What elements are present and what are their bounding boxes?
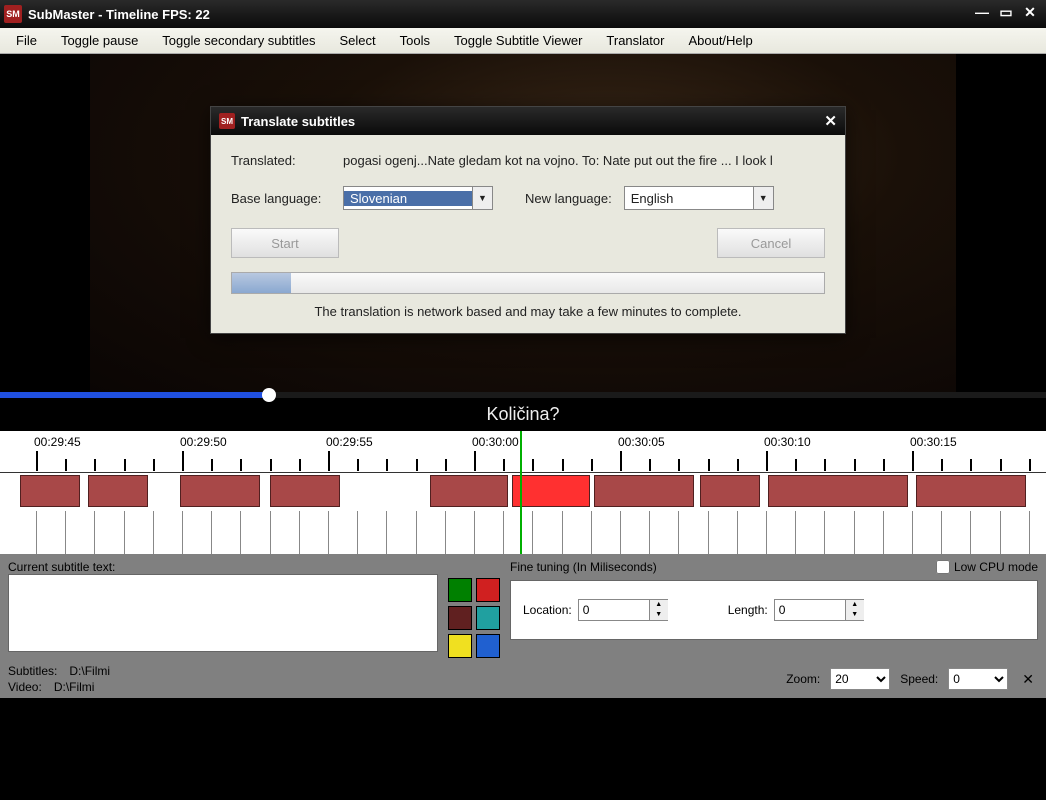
subtitle-block[interactable]	[594, 475, 694, 507]
low-cpu-checkbox-wrap[interactable]: Low CPU mode	[936, 560, 1038, 574]
color-swatch[interactable]	[476, 606, 500, 630]
subtitle-block[interactable]	[180, 475, 260, 507]
location-label: Location:	[523, 603, 572, 617]
timeline-tick-label: 00:30:00	[472, 435, 519, 449]
video-path-value: D:\Filmi	[54, 680, 95, 694]
chevron-down-icon[interactable]: ▼	[472, 187, 492, 209]
location-input[interactable]	[579, 600, 649, 620]
menu-toggle-secondary[interactable]: Toggle secondary subtitles	[150, 29, 327, 52]
location-spinner[interactable]: ▲▼	[578, 599, 668, 621]
low-cpu-checkbox[interactable]	[936, 560, 950, 574]
video-path-label: Video:	[8, 680, 42, 694]
subtitle-line-1: Količina?	[0, 402, 1046, 426]
base-lang-select[interactable]: Slovenian ▼	[343, 186, 493, 210]
window-titlebar: SM SubMaster - Timeline FPS: 22 — ▭ ✕	[0, 0, 1046, 28]
dialog-icon: SM	[219, 113, 235, 129]
translated-value: pogasi ogenj...Nate gledam kot na vojno.…	[343, 153, 825, 168]
current-subtitle-label: Current subtitle text:	[8, 560, 438, 574]
subtitle-block[interactable]	[20, 475, 80, 507]
low-cpu-label: Low CPU mode	[954, 560, 1038, 574]
timeline-tick-label: 00:29:50	[180, 435, 227, 449]
subtitles-path-label: Subtitles:	[8, 664, 57, 678]
timeline-ruler: 00:29:45 00:29:50 00:29:55 00:30:00 00:30:05…	[0, 431, 1046, 473]
app-icon: SM	[4, 5, 22, 23]
timeline-playhead[interactable]	[520, 431, 522, 554]
length-label: Length:	[728, 603, 768, 617]
video-progress-track[interactable]	[0, 392, 1046, 398]
timeline-tick-label: 00:30:10	[764, 435, 811, 449]
speed-select[interactable]: 0	[948, 668, 1008, 690]
color-swatch[interactable]	[448, 634, 472, 658]
translate-dialog: SM Translate subtitles ✕ Translated: pog…	[210, 106, 846, 334]
zoom-label: Zoom:	[786, 672, 820, 686]
subtitle-block[interactable]	[430, 475, 508, 507]
menu-select[interactable]: Select	[328, 29, 388, 52]
base-lang-label: Base language:	[231, 191, 331, 206]
menu-file[interactable]: File	[4, 29, 49, 52]
subtitle-block[interactable]	[916, 475, 1026, 507]
color-swatch[interactable]	[476, 634, 500, 658]
menu-toggle-pause[interactable]: Toggle pause	[49, 29, 150, 52]
new-lang-label: New language:	[525, 191, 612, 206]
minimize-button[interactable]: —	[970, 5, 994, 23]
subtitle-overlay: Količina? Standardna, 10 na 4.	[0, 402, 1046, 430]
timeline[interactable]: 00:29:45 00:29:50 00:29:55 00:30:00 00:30:05…	[0, 430, 1046, 554]
location-up[interactable]: ▲	[650, 600, 668, 610]
dialog-titlebar[interactable]: SM Translate subtitles ✕	[211, 107, 845, 135]
new-lang-select[interactable]: English ▼	[624, 186, 774, 210]
speed-label: Speed:	[900, 672, 938, 686]
maximize-button[interactable]: ▭	[994, 5, 1018, 23]
cancel-button[interactable]: Cancel	[717, 228, 825, 258]
timeline-tick-label: 00:30:15	[910, 435, 957, 449]
subtitle-block[interactable]	[88, 475, 148, 507]
bottom-panel: Current subtitle text: Fine tuning (In M…	[0, 554, 1046, 698]
timeline-tick-label: 00:29:45	[34, 435, 81, 449]
length-down[interactable]: ▼	[846, 610, 864, 620]
timeline-blocks[interactable]	[0, 473, 1046, 511]
start-button[interactable]: Start	[231, 228, 339, 258]
color-swatch[interactable]	[476, 578, 500, 602]
subtitles-path-value: D:\Filmi	[69, 664, 110, 678]
subtitle-block[interactable]	[700, 475, 760, 507]
timeline-tick-label: 00:30:05	[618, 435, 665, 449]
chevron-down-icon[interactable]: ▼	[753, 187, 773, 209]
video-progress-fill	[0, 392, 267, 398]
menu-about[interactable]: About/Help	[676, 29, 764, 52]
translate-progress-fill	[232, 273, 291, 293]
color-swatch[interactable]	[448, 606, 472, 630]
zoom-select[interactable]: 20	[830, 668, 890, 690]
menu-subtitle-viewer[interactable]: Toggle Subtitle Viewer	[442, 29, 594, 52]
subtitle-block[interactable]	[512, 475, 590, 507]
color-palette	[448, 578, 500, 658]
dialog-close-icon[interactable]: ✕	[824, 112, 837, 130]
menu-tools[interactable]: Tools	[388, 29, 442, 52]
length-up[interactable]: ▲	[846, 600, 864, 610]
base-lang-value: Slovenian	[344, 191, 472, 206]
timeline-grid	[0, 511, 1046, 554]
dialog-title-text: Translate subtitles	[241, 114, 355, 129]
fine-tuning-label: Fine tuning (In Miliseconds)	[510, 560, 657, 574]
length-input[interactable]	[775, 600, 845, 620]
menu-translator[interactable]: Translator	[594, 29, 676, 52]
close-button[interactable]: ✕	[1018, 5, 1042, 23]
location-down[interactable]: ▼	[650, 610, 668, 620]
video-progress-thumb[interactable]	[262, 388, 276, 402]
new-lang-value: English	[625, 191, 753, 206]
panel-close-icon[interactable]: ✕	[1018, 671, 1038, 688]
translate-progress-bar	[231, 272, 825, 294]
subtitle-block[interactable]	[768, 475, 908, 507]
length-spinner[interactable]: ▲▼	[774, 599, 864, 621]
translated-label: Translated:	[231, 153, 331, 168]
subtitle-block[interactable]	[270, 475, 340, 507]
window-title: SubMaster - Timeline FPS: 22	[28, 7, 210, 22]
menu-bar: File Toggle pause Toggle secondary subti…	[0, 28, 1046, 54]
timeline-tick-label: 00:29:55	[326, 435, 373, 449]
color-swatch[interactable]	[448, 578, 472, 602]
translate-note: The translation is network based and may…	[231, 304, 825, 319]
current-subtitle-input[interactable]	[8, 574, 438, 652]
